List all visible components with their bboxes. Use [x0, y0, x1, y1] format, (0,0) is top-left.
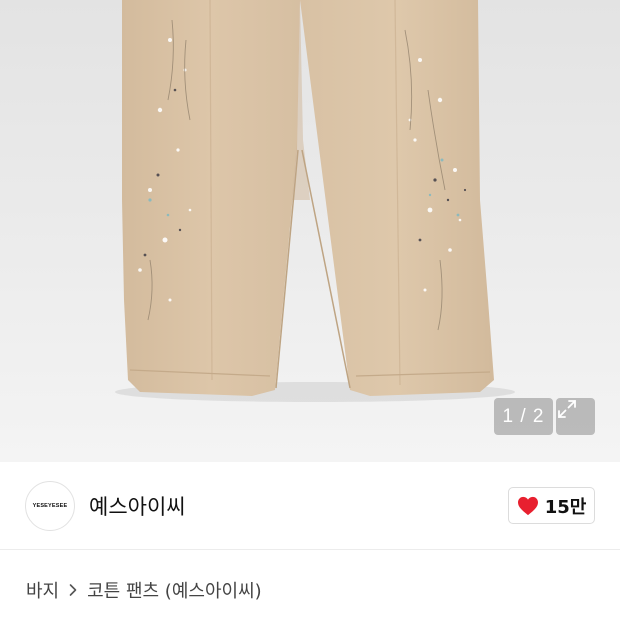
brand-name[interactable]: 예스아이씨	[89, 491, 186, 521]
chevron-right-icon	[68, 583, 78, 597]
product-image[interactable]: 1 / 2	[0, 0, 620, 462]
breadcrumb: 바지 코튼 팬츠 (예스아이씨)	[26, 575, 262, 605]
expand-image-button[interactable]	[556, 398, 595, 435]
brand-logo-text: YESEYESEE	[32, 503, 68, 509]
brand-logo[interactable]: YESEYESEE	[25, 481, 75, 531]
page-counter-text: 1 / 2	[502, 405, 545, 427]
brand-row: YESEYESEE 예스아이씨 15만	[0, 462, 620, 550]
breadcrumb-product[interactable]: 코튼 팬츠 (예스아이씨)	[87, 577, 262, 603]
breadcrumb-category[interactable]: 바지	[26, 577, 59, 603]
heart-icon	[517, 496, 538, 515]
like-count: 15만	[544, 496, 587, 518]
pants-illustration	[115, 0, 515, 402]
expand-icon	[558, 400, 576, 418]
image-page-counter: 1 / 2	[494, 398, 553, 435]
like-button[interactable]: 15만	[508, 487, 595, 524]
